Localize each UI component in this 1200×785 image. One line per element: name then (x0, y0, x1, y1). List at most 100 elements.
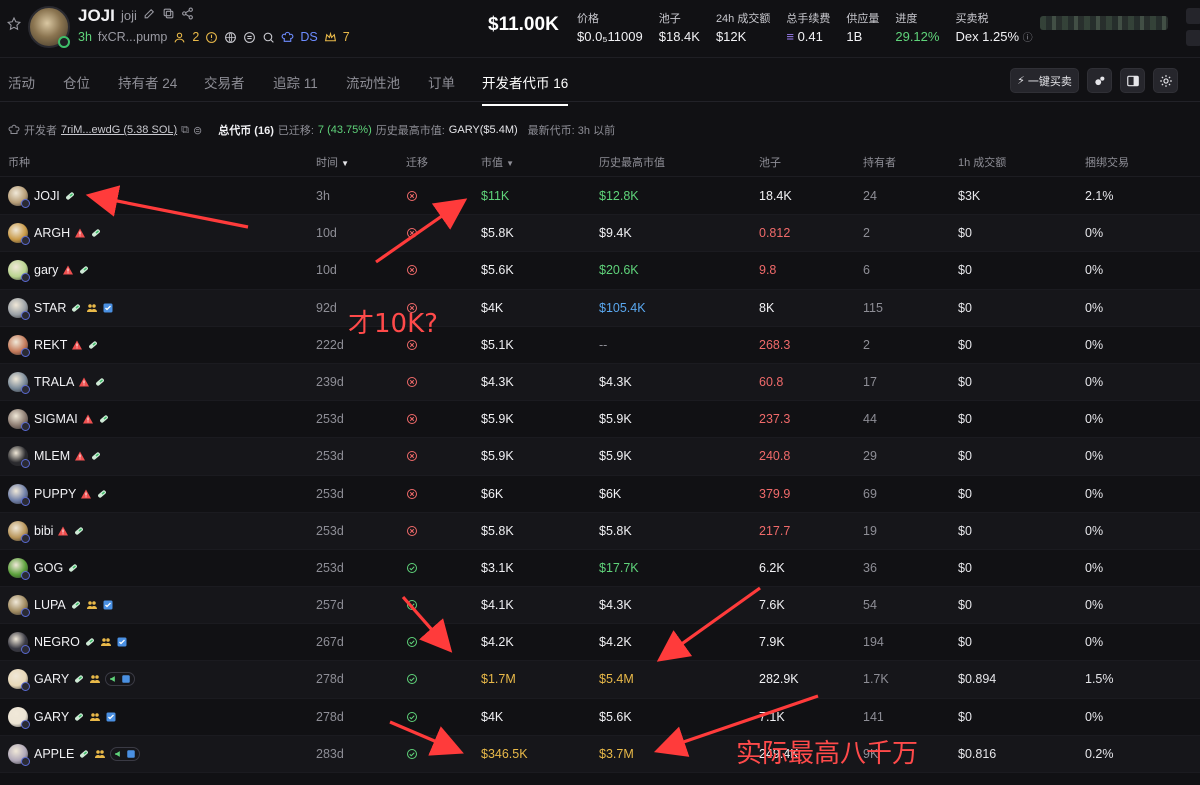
coin-cell[interactable]: GOG (8, 557, 79, 580)
holders-count: 29 (863, 449, 877, 464)
tab-tracking[interactable]: 追踪 11 (273, 72, 318, 92)
developer-summary: 开发者 7riM...ewdG (5.38 SOL) ⧉ ⊜ 总代币 (16) … (8, 122, 615, 138)
list-icon[interactable]: ⊜ (193, 124, 202, 137)
table-row[interactable]: REKT 222d $5.1K -- 268.3 2 $0 0% (0, 327, 1200, 364)
table-row[interactable]: GOG 253d $3.1K $17.7K 6.2K 36 $0 0% (0, 550, 1200, 588)
coin-cell[interactable]: ARGH (8, 223, 102, 246)
tab-holders[interactable]: 持有者 24 (118, 72, 177, 92)
pill-icon (75, 713, 84, 721)
pool-size: 60.8 (759, 374, 784, 389)
table-row[interactable]: TRALA 239d $4.3K $4.3K 60.8 17 $0 0% (0, 363, 1200, 402)
volume-1h: $0 (958, 412, 972, 427)
search-icon[interactable] (262, 31, 275, 44)
pill-icon (89, 341, 98, 349)
market-cap: $4K (481, 709, 504, 724)
token-avatar (28, 6, 70, 48)
token-address[interactable]: fxCR...pump (98, 30, 167, 44)
coin-avatar (8, 446, 30, 469)
star-icon[interactable] (6, 16, 22, 32)
tab-positions[interactable]: 仓位 (63, 72, 90, 92)
col-migrated: 迁移 (406, 157, 428, 169)
ath-token: GARY($5.4M) (448, 124, 518, 136)
table-row[interactable]: LUPA 257d $4.1K $4.3K 7.6K 54 $0 0% (0, 587, 1200, 625)
side-settings-button[interactable] (1186, 30, 1200, 46)
table-row[interactable]: gary 10d $5.6K $20.6K 9.8 6 $0 0% (0, 252, 1200, 290)
migration-status (406, 711, 418, 726)
ds-label[interactable]: DS (300, 30, 317, 44)
verified-icon (103, 600, 113, 610)
coin-cell[interactable]: TRALA (8, 371, 106, 394)
market-cap: $4.2K (481, 635, 514, 650)
settings-button[interactable] (1153, 68, 1178, 93)
pool-size: 282.9K (759, 672, 799, 687)
coin-avatar (8, 297, 30, 320)
edit-icon[interactable] (143, 7, 156, 20)
coin-cell[interactable]: APPLE (8, 743, 141, 766)
menu-circle-icon[interactable] (243, 31, 256, 44)
coin-cell[interactable]: MLEM (8, 446, 102, 469)
bundle-percent: 0% (1085, 412, 1104, 427)
col-market-cap[interactable]: 市值 ▼ (481, 154, 514, 170)
col-pool: 池子 (759, 157, 781, 169)
layout-button[interactable] (1120, 68, 1145, 93)
table-row[interactable]: GARY 278d $4K $5.6K 7.1K 141 $0 0% (0, 699, 1200, 736)
tab-activity[interactable]: 活动 (8, 72, 35, 92)
tab-dev-tokens[interactable]: 开发者代币 16 (482, 72, 569, 106)
holders-count: 44 (863, 412, 877, 427)
social-tag (110, 746, 141, 761)
volume-1h: $0 (958, 486, 972, 501)
share-icon[interactable] (181, 7, 194, 20)
coin-cell[interactable]: JOJI (8, 186, 76, 208)
migration-status (406, 748, 418, 763)
table-row[interactable]: GARY 278d $1.7M $5.4M 282.9K 1.7K $0.894 1.5% (0, 661, 1200, 699)
table-row[interactable]: NEGRO 267d $4.2K $4.2K 7.9K 194 $0 0% (0, 624, 1200, 662)
warning-icon[interactable] (205, 31, 218, 44)
coin-cell[interactable]: REKT (8, 334, 99, 357)
stat-fees: 总手续费 ≡ 0.41 (786, 13, 831, 44)
coin-cell[interactable]: GARY (8, 706, 117, 729)
coin-cell[interactable]: gary (8, 260, 90, 283)
table-row[interactable]: STAR 92d $4K $105.4K 8K 115 $0 0% (0, 289, 1200, 327)
coin-cell[interactable]: SIGMAI (8, 409, 110, 432)
migrated-icon (407, 562, 417, 573)
market-cap: $4.1K (481, 598, 514, 613)
coin-cell[interactable]: LUPA (8, 595, 114, 618)
coin-cell[interactable]: STAR (8, 297, 114, 320)
coin-cell[interactable]: GARY (8, 669, 136, 692)
bubbles-button[interactable] (1087, 68, 1112, 93)
table-row[interactable]: ARGH 10d $5.8K $9.4K 0.812 2 $0 0% (0, 215, 1200, 253)
holders-count: 54 (863, 598, 877, 613)
coin-cell[interactable]: PUPPY (8, 483, 108, 506)
migration-status (406, 413, 418, 428)
coin-cell[interactable]: bibi (8, 520, 85, 543)
chef-hat-icon[interactable] (281, 31, 294, 44)
tab-orders[interactable]: 订单 (428, 72, 455, 92)
volume-1h: $0 (958, 226, 972, 241)
table-row[interactable]: PUPPY 253d $6K $6K 379.9 69 $0 0% (0, 476, 1200, 513)
table-row[interactable]: APPLE 283d $346.5K $3.7M 249.4K 9K $0.816 0.2% (0, 735, 1200, 773)
volume-1h: $0 (958, 709, 972, 724)
tab-traders[interactable]: 交易者 (204, 72, 245, 92)
coin-avatar (8, 743, 30, 766)
one-click-trade-button[interactable]: ⚡ 一键买卖 (1010, 68, 1079, 93)
copy-icon[interactable]: ⧉ (181, 124, 189, 137)
coin-avatar (8, 223, 30, 246)
coin-cell[interactable]: NEGRO (8, 632, 128, 655)
globe-icon[interactable] (224, 31, 237, 44)
volume-1h: $0.816 (958, 746, 997, 761)
pool-size: 8K (759, 300, 775, 315)
tab-liquidity[interactable]: 流动性池 (346, 72, 400, 92)
coin-avatar (8, 669, 30, 692)
help-icon[interactable]: ⓘ (1023, 33, 1033, 44)
side-copy-button[interactable] (1186, 8, 1200, 24)
copy-icon[interactable] (162, 7, 175, 20)
table-row[interactable]: bibi 253d $5.8K $5.8K 217.7 19 $0 0% (0, 512, 1200, 550)
coin-symbol: bibi (34, 523, 54, 538)
col-age[interactable]: 时间 ▼ (316, 154, 349, 170)
table-row[interactable]: JOJI 3h $11K $12.8K 18.4K 24 $3K 2.1% (0, 178, 1200, 216)
coin-avatar (8, 260, 30, 283)
dev-address-link[interactable]: 7riM...ewdG (5.38 SOL) (61, 124, 177, 136)
table-row[interactable]: SIGMAI 253d $5.9K $5.9K 237.3 44 $0 0% (0, 401, 1200, 439)
table-row[interactable]: MLEM 253d $5.9K $5.9K 240.8 29 $0 0% (0, 438, 1200, 476)
migration-status (406, 339, 418, 354)
